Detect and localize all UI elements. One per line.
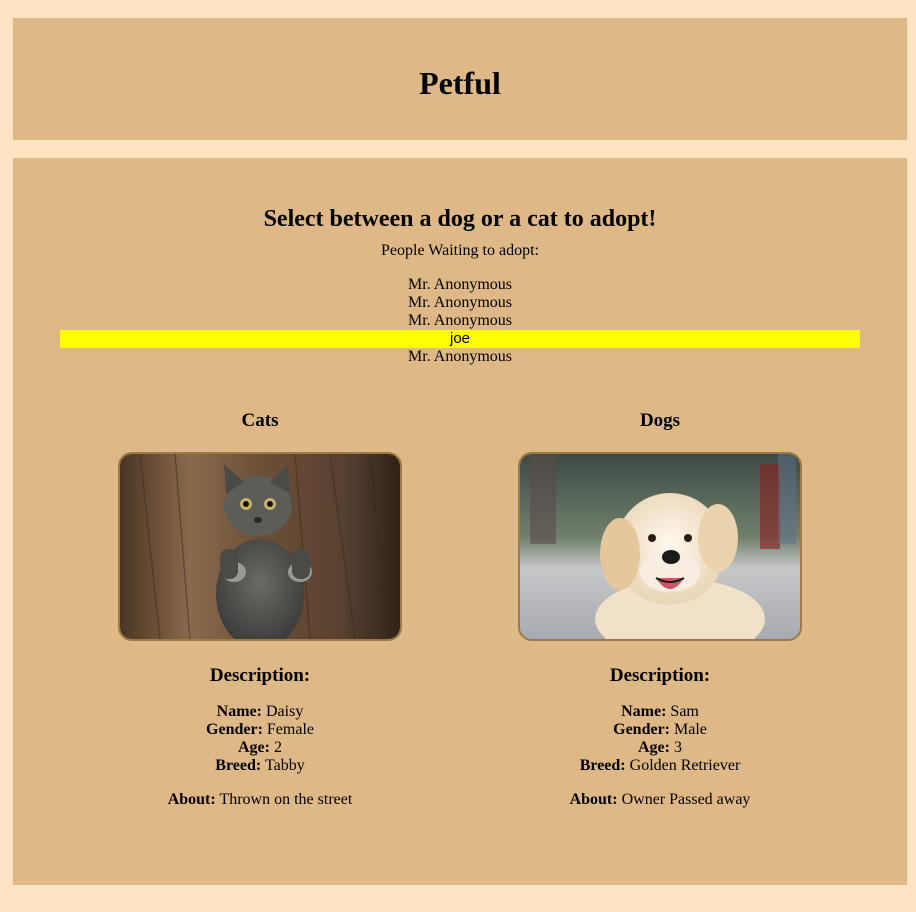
about-label: About: bbox=[569, 791, 618, 808]
dog-name: Sam bbox=[670, 703, 699, 720]
waiting-label: People Waiting to adopt: bbox=[381, 242, 539, 259]
breed-label: Breed: bbox=[579, 757, 626, 774]
queue-item-current-user: joe bbox=[60, 330, 860, 348]
site-header: Petful bbox=[13, 18, 907, 140]
dog-image bbox=[520, 454, 800, 639]
name-label: Name: bbox=[216, 703, 262, 720]
name-label: Name: bbox=[621, 703, 667, 720]
dog-gender-row: Gender: Male bbox=[513, 721, 807, 739]
dog-name-row: Name: Sam bbox=[513, 703, 807, 721]
age-label: Age: bbox=[638, 739, 670, 756]
cats-column: Cats Description: Name: Daisy Gender: Fe… bbox=[113, 410, 407, 809]
cat-name: Daisy bbox=[265, 703, 304, 720]
cat-photo[interactable] bbox=[118, 452, 402, 641]
cat-image bbox=[120, 454, 400, 639]
adoption-panel: Select between a dog or a cat to adopt! … bbox=[13, 158, 907, 885]
site-title: Petful bbox=[419, 65, 501, 101]
cat-gender: Female bbox=[266, 721, 314, 738]
queue-item: Mr. Anonymous bbox=[407, 312, 512, 329]
queue-item: Mr. Anonymous bbox=[407, 276, 512, 293]
queue-item: Mr. Anonymous bbox=[407, 294, 512, 311]
cat-age: 2 bbox=[273, 739, 282, 756]
dog-details: Name: Sam Gender: Male Age: 3 Breed: Gol… bbox=[513, 703, 807, 775]
about-label: About: bbox=[167, 791, 216, 808]
adoption-queue: Mr. Anonymous Mr. Anonymous Mr. Anonymou… bbox=[60, 276, 860, 366]
cat-about: About: Thrown on the street bbox=[113, 791, 407, 809]
gender-label: Gender: bbox=[613, 721, 670, 738]
dog-gender: Male bbox=[674, 721, 707, 738]
cats-description-title: Description: bbox=[209, 665, 311, 686]
cat-details: Name: Daisy Gender: Female Age: 2 Breed:… bbox=[113, 703, 407, 775]
cats-heading: Cats bbox=[241, 410, 279, 431]
cat-breed-row: Breed: Tabby bbox=[113, 757, 407, 775]
cat-breed: Tabby bbox=[264, 757, 305, 774]
queue-item: Mr. Anonymous bbox=[407, 348, 512, 365]
dog-breed-row: Breed: Golden Retriever bbox=[513, 757, 807, 775]
dog-age: 3 bbox=[673, 739, 682, 756]
gender-label: Gender: bbox=[206, 721, 263, 738]
dogs-column: Dogs Description: Name: Sam Gender: Male… bbox=[513, 410, 807, 809]
breed-label: Breed: bbox=[215, 757, 262, 774]
dogs-heading: Dogs bbox=[639, 410, 681, 431]
page-subtitle: Select between a dog or a cat to adopt! bbox=[263, 206, 657, 232]
age-label: Age: bbox=[238, 739, 270, 756]
cat-about-text: Thrown on the street bbox=[219, 791, 353, 808]
cat-age-row: Age: 2 bbox=[113, 739, 407, 757]
dog-age-row: Age: 3 bbox=[513, 739, 807, 757]
cat-name-row: Name: Daisy bbox=[113, 703, 407, 721]
dog-about-text: Owner Passed away bbox=[621, 791, 751, 808]
cat-gender-row: Gender: Female bbox=[113, 721, 407, 739]
dog-breed: Golden Retriever bbox=[629, 757, 741, 774]
dogs-description-title: Description: bbox=[609, 665, 711, 686]
dog-photo[interactable] bbox=[518, 452, 802, 641]
dog-about: About: Owner Passed away bbox=[513, 791, 807, 809]
